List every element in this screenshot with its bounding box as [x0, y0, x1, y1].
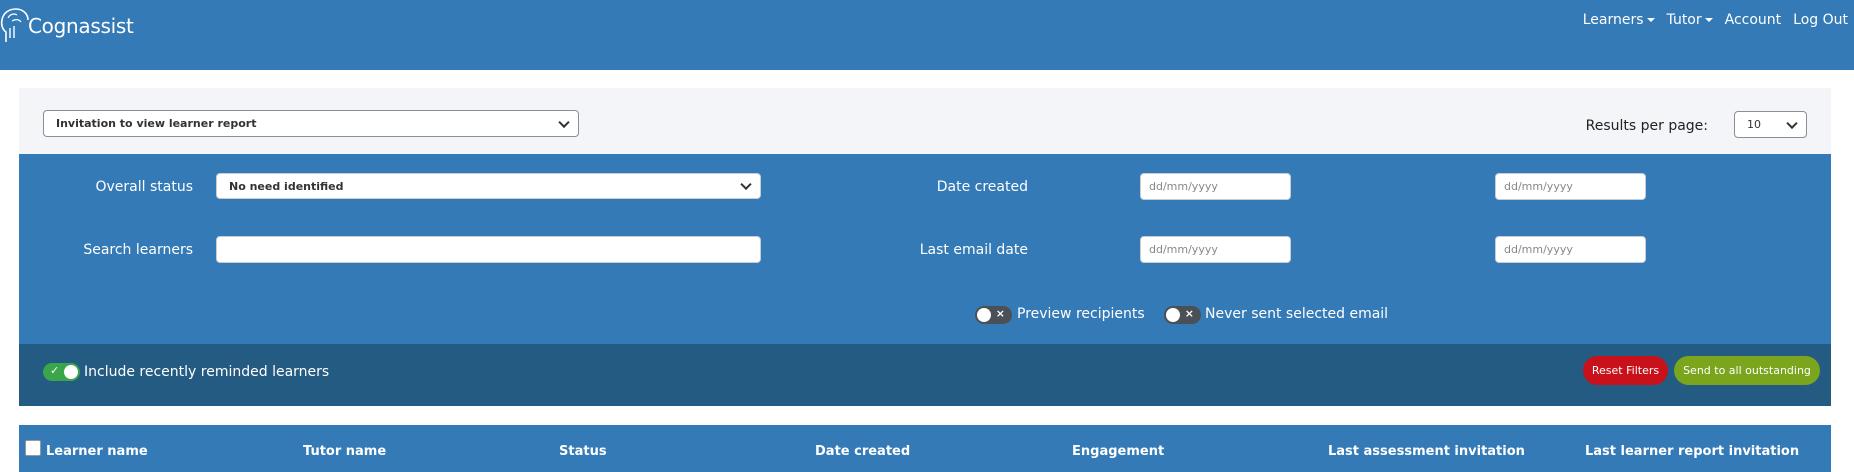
column-header-last-learner-report-invitation[interactable]: Last learner report invitation — [1585, 444, 1799, 459]
toggle-knob — [977, 308, 991, 322]
nav-account-link[interactable]: Account — [1719, 12, 1788, 28]
preview-recipients-toggle[interactable]: × — [975, 306, 1012, 324]
recently-reminded-label: Include recently reminded learners — [84, 364, 330, 380]
date-created-to-input[interactable]: dd/mm/yyyy — [1495, 173, 1646, 200]
brand-logo[interactable]: Cognassist — [0, 6, 134, 46]
chevron-down-icon — [1786, 117, 1798, 129]
select-all-checkbox[interactable] — [25, 440, 41, 456]
overall-status-select[interactable]: No need identified — [216, 173, 761, 199]
main-nav: Learners Tutor Account Log Out — [1577, 12, 1854, 28]
search-learners-input[interactable] — [216, 236, 761, 263]
send-to-all-button[interactable]: Send to all outstanding — [1674, 356, 1820, 385]
x-icon: × — [1184, 307, 1194, 320]
nav-tutor-label: Tutor — [1666, 12, 1702, 28]
nav-learners-label: Learners — [1582, 12, 1644, 28]
column-header-last-assessment-invitation[interactable]: Last assessment invitation — [1328, 444, 1525, 459]
toggle-knob — [1166, 308, 1180, 322]
brain-head-icon — [0, 8, 29, 42]
caret-down-icon — [1704, 18, 1713, 22]
results-per-page-label: Results per page: — [1585, 118, 1708, 134]
results-per-page-value: 10 — [1747, 118, 1761, 131]
date-created-label: Date created — [936, 179, 1028, 195]
nav-logout-link[interactable]: Log Out — [1787, 12, 1854, 28]
overall-status-label: Overall status — [95, 179, 193, 195]
column-header-engagement[interactable]: Engagement — [1072, 444, 1164, 459]
date-created-from-input[interactable]: dd/mm/yyyy — [1140, 173, 1291, 200]
results-per-page-select[interactable]: 10 — [1734, 111, 1807, 138]
chevron-down-icon — [558, 116, 570, 128]
check-icon: ✓ — [50, 364, 60, 377]
nav-tutor-dropdown[interactable]: Tutor — [1661, 12, 1719, 28]
column-header-date-created[interactable]: Date created — [815, 444, 910, 459]
reset-filters-button[interactable]: Reset Filters — [1583, 356, 1668, 385]
toggle-knob — [64, 365, 78, 379]
column-header-status[interactable]: Status — [559, 444, 607, 459]
last-email-date-to-input[interactable]: dd/mm/yyyy — [1495, 236, 1646, 263]
last-email-date-from-input[interactable]: dd/mm/yyyy — [1140, 236, 1291, 263]
recently-reminded-toggle[interactable]: ✓ — [43, 363, 80, 381]
chevron-down-icon — [740, 178, 752, 191]
column-header-tutor-name[interactable]: Tutor name — [303, 444, 386, 459]
search-learners-label: Search learners — [83, 242, 193, 258]
never-sent-label: Never sent selected email — [1205, 306, 1389, 322]
top-navbar: Cognassist Learners Tutor Account Log Ou… — [0, 0, 1854, 70]
last-email-date-label: Last email date — [919, 242, 1028, 258]
caret-down-icon — [1646, 18, 1655, 22]
email-type-value: Invitation to view learner report — [56, 117, 257, 130]
never-sent-toggle[interactable]: × — [1164, 306, 1201, 324]
column-header-learner-name[interactable]: Learner name — [46, 444, 148, 459]
table-header — [19, 425, 1831, 472]
overall-status-value: No need identified — [229, 179, 344, 193]
brand-name: Cognassist — [28, 14, 134, 38]
nav-learners-dropdown[interactable]: Learners — [1577, 12, 1661, 28]
x-icon: × — [995, 307, 1005, 320]
email-type-select[interactable]: Invitation to view learner report — [43, 110, 579, 137]
preview-recipients-label: Preview recipients — [1017, 306, 1145, 322]
